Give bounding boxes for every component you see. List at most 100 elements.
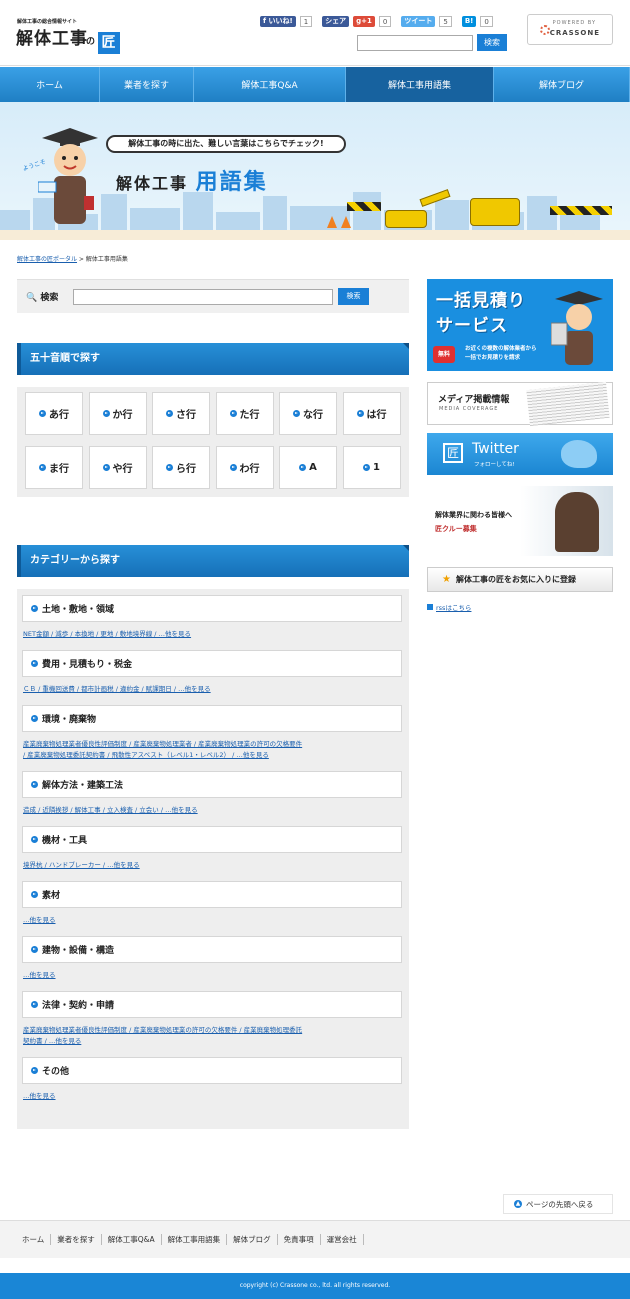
arrow-bullet-icon	[31, 836, 38, 843]
footer-link[interactable]: 解体工事Q&A	[102, 1234, 162, 1245]
logo-text: 解体工事	[16, 29, 88, 49]
building	[183, 192, 213, 232]
gojuon-label: た行	[239, 410, 260, 421]
glossary-search-button[interactable]: 検索	[338, 288, 369, 305]
category-name: その他	[42, 1067, 70, 1077]
gojuon-button[interactable]: あ行	[25, 392, 83, 435]
footer-link[interactable]: 解体ブログ	[227, 1234, 278, 1245]
term-links-line[interactable]: ＣＢ / 重機回送費 / 都市計画税 / 違約金 / 賦課期日 / …他を見る	[23, 684, 405, 695]
gojuon-button[interactable]: ら行	[152, 446, 210, 489]
breadcrumb-home-link[interactable]: 解体工事の匠ポータル	[17, 256, 77, 263]
footer-link[interactable]: ホーム	[22, 1234, 52, 1245]
free-badge: 無料	[433, 346, 455, 363]
powered-by-name: CRASSONE	[549, 29, 600, 37]
gojuon-button[interactable]: わ行	[215, 446, 274, 489]
category-title[interactable]: 機材・工具	[22, 826, 402, 853]
banner-title: 解体工事 用語集	[116, 164, 268, 196]
recruit-banner[interactable]: 解体業界に関わる皆様へ 匠クルー募集	[427, 486, 613, 556]
category-heading: カテゴリーから探す	[17, 545, 409, 577]
gojuon-button[interactable]: や行	[88, 446, 147, 489]
back-to-top-button[interactable]: ▲ ページの先頭へ戻る	[503, 1194, 613, 1214]
breadcrumb: 解体工事の匠ポータル > 解体工事用語集	[17, 254, 128, 263]
arrow-bullet-icon	[31, 1001, 38, 1008]
social-count: 0	[480, 16, 493, 27]
category-title[interactable]: 費用・見積もり・税金	[22, 650, 402, 677]
back-to-top-label: ページの先頭へ戻る	[526, 1199, 594, 1209]
term-links-line[interactable]: 造成 / 近隣挨拶 / 解体工事 / 立入検査 / 立会い / …他を見る	[23, 805, 405, 816]
gojuon-button[interactable]: か行	[88, 392, 147, 435]
category-title[interactable]: 環境・廃棄物	[22, 705, 402, 732]
arrow-bullet-icon	[356, 410, 364, 417]
term-links-line[interactable]: NET金額 / 減歩 / 本換地 / 更地 / 敷地境界線 / …他を見る	[23, 629, 405, 640]
footer-link[interactable]: 業者を探す	[51, 1234, 102, 1245]
nav-item[interactable]: 解体ブログ	[494, 67, 630, 102]
gojuon-button[interactable]: 1	[342, 446, 401, 489]
category-title[interactable]: 建物・設備・構造	[22, 936, 402, 963]
term-links-line[interactable]: …他を見る	[23, 970, 405, 981]
estimate-desc: お近くの複数の解体業者から 一括でお見積りを請求	[465, 345, 537, 363]
footer-link[interactable]: 運営会社	[321, 1234, 364, 1245]
term-links-line[interactable]: 産業廃棄物処理業者優良性評価制度 / 産業廃棄物処理業の許可の欠格要件 / 産業…	[23, 1025, 405, 1036]
gojuon-button[interactable]: ま行	[25, 446, 83, 489]
social-button[interactable]: ツイート	[401, 16, 436, 27]
arrow-bullet-icon	[293, 410, 300, 417]
arrow-bullet-icon	[102, 410, 110, 417]
star-icon: ★	[442, 574, 451, 585]
site-logo[interactable]: 解体工事の匠	[16, 24, 121, 54]
estimate-title-1: 一括見積り	[436, 291, 526, 311]
arrow-bullet-icon	[229, 410, 237, 417]
header-search-button[interactable]: 検索	[477, 34, 507, 51]
banner-title-b: 用語集	[195, 170, 268, 195]
gojuon-button[interactable]: な行	[279, 392, 337, 435]
social-button[interactable]: f いいね!	[260, 16, 296, 27]
category-title[interactable]: 解体方法・建築工法	[22, 771, 402, 798]
header-search-input[interactable]	[357, 35, 473, 51]
gojuon-button[interactable]: た行	[215, 392, 274, 435]
footer-link[interactable]: 免責事項	[278, 1234, 321, 1245]
category-title[interactable]: 素材	[22, 881, 402, 908]
term-links-line[interactable]: 境界杭 / ハンドブレーカー / …他を見る	[23, 860, 405, 871]
category-title[interactable]: その他	[22, 1057, 402, 1084]
powered-by-badge[interactable]: POWERED BY CRASSONE	[527, 14, 613, 45]
glossary-search: 🔍 検索 検索	[17, 279, 409, 313]
category-title[interactable]: 土地・敷地・領域	[22, 595, 402, 622]
social-button[interactable]: B!	[461, 16, 477, 27]
category-terms: 造成 / 近隣挨拶 / 解体工事 / 立入検査 / 立会い / …他を見る	[23, 805, 405, 816]
category-name: 解体方法・建築工法	[42, 781, 124, 791]
term-links-line[interactable]: / 産業廃棄物処理委託契約書 / 飛散性アスベスト（レベル1・レベル2） / ……	[23, 750, 405, 761]
glossary-search-input[interactable]	[73, 289, 333, 305]
gojuon-button[interactable]: は行	[342, 392, 401, 435]
arrow-bullet-icon	[31, 660, 38, 667]
category-title[interactable]: 法律・契約・申請	[22, 991, 402, 1018]
social-button[interactable]: シェア	[322, 16, 350, 27]
rss-link[interactable]: rssはこちら	[436, 602, 471, 612]
search-label-text: 検索	[40, 293, 59, 303]
category-name: 素材	[42, 891, 61, 901]
footer-link[interactable]: 解体工事用語集	[162, 1234, 228, 1245]
gojuon-button[interactable]: さ行	[152, 392, 210, 435]
twitter-banner[interactable]: 匠 Twitter フォローしてね!	[427, 433, 613, 475]
category-terms: 産業廃棄物処理業者優良性評価制度 / 産業廃棄物処理業者 / 産業廃棄物処理業の…	[23, 739, 405, 761]
favorite-button[interactable]: ★ 解体工事の匠をお気に入りに登録	[427, 567, 613, 592]
nav-item[interactable]: ホーム	[0, 67, 100, 102]
media-coverage-banner[interactable]: メディア掲載情報 MEDIA COVERAGE	[427, 381, 613, 427]
nav-item[interactable]: 業者を探す	[100, 67, 194, 102]
social-button[interactable]: g+1	[353, 16, 375, 27]
breadcrumb-sep: >	[77, 256, 86, 263]
media-sub: MEDIA COVERAGE	[439, 406, 499, 412]
building	[435, 200, 469, 232]
term-links-line[interactable]: 契約書 / …他を見る	[23, 1036, 405, 1047]
estimate-desc-2: 一括でお見積りを請求	[465, 355, 521, 361]
building	[263, 196, 287, 232]
social-buttons: f いいね! 1 シェア g+1 0 ツイート 5 B! 0	[260, 16, 499, 27]
logo-mark: 匠	[98, 32, 121, 54]
estimate-title-2: サービス	[436, 316, 508, 336]
term-links-line[interactable]: …他を見る	[23, 1091, 405, 1102]
estimate-service-banner[interactable]: 一括見積り サービス 無料 お近くの複数の解体業者から 一括でお見積りを請求	[427, 279, 613, 371]
nav-item[interactable]: 解体工事用語集	[346, 67, 494, 102]
nav-item[interactable]: 解体工事Q&A	[194, 67, 346, 102]
term-links-line[interactable]: …他を見る	[23, 915, 405, 926]
gojuon-label: か行	[112, 410, 133, 421]
term-links-line[interactable]: 産業廃棄物処理業者優良性評価制度 / 産業廃棄物処理業者 / 産業廃棄物処理業の…	[23, 739, 405, 750]
gojuon-button[interactable]: A	[279, 446, 337, 489]
